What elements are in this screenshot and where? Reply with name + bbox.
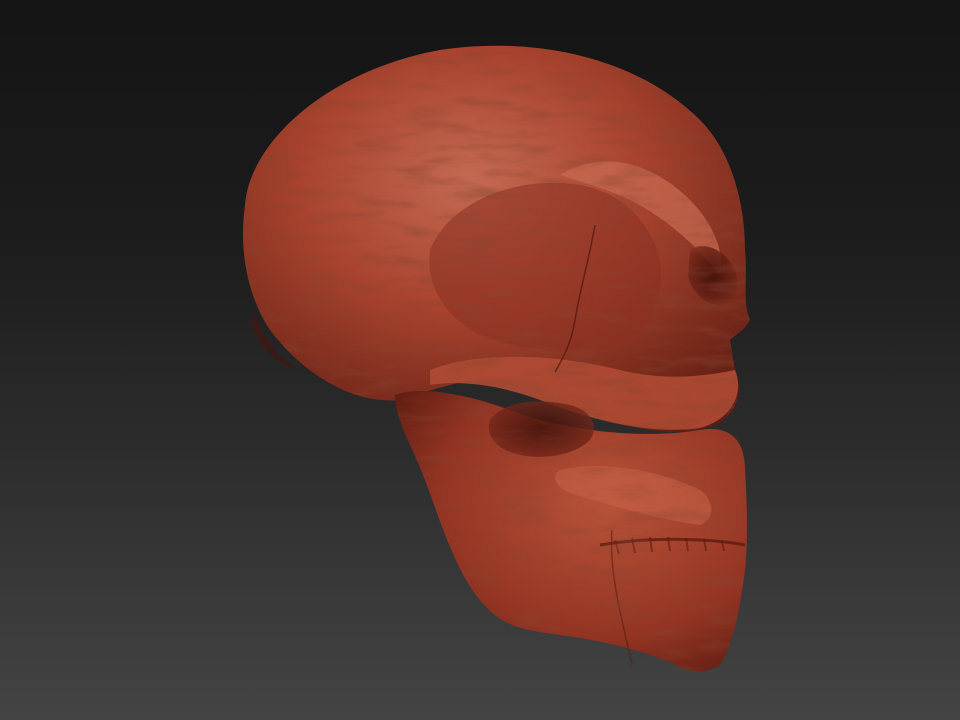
- wrinkle-texture-cranium: [242, 45, 751, 432]
- wrinkle-texture-jaw: [395, 390, 747, 672]
- skull-sculpt-icon: [242, 45, 751, 672]
- sculpt-viewport[interactable]: [0, 0, 960, 720]
